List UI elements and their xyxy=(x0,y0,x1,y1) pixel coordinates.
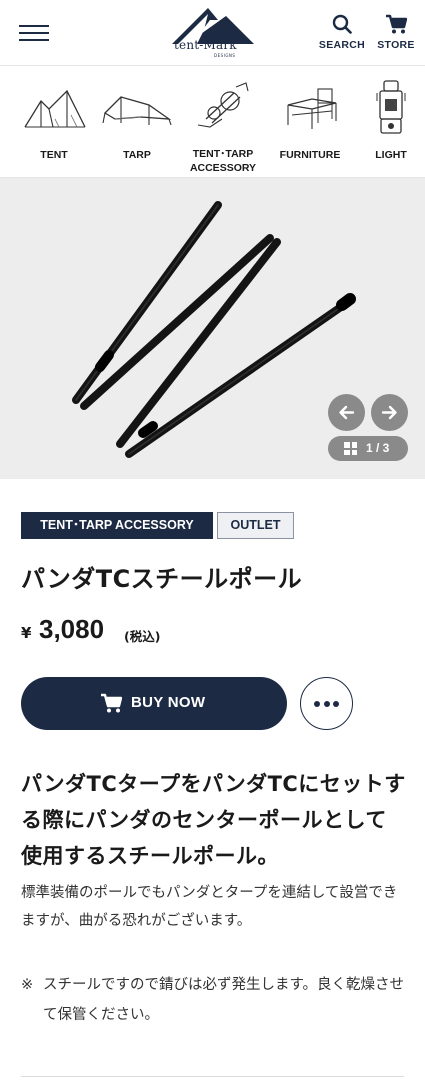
logo-text: tent-Mark xyxy=(174,38,237,52)
product-note: ※ スチールですので錆びは必ず発生します。良く乾燥させて保管ください。 xyxy=(21,970,406,1030)
furniture-icon xyxy=(287,88,337,129)
category-tent[interactable]: TENT xyxy=(14,67,94,178)
cart-icon xyxy=(101,693,122,713)
logo-subtext: DESIGNS xyxy=(214,53,236,58)
category-furniture-label: FURNITURE xyxy=(279,149,341,161)
arrow-right-icon xyxy=(381,405,397,420)
category-nav: TENT TARP TENT･TARP ACCESSORY FURNITURE … xyxy=(0,67,425,178)
buy-now-label: BUY NOW xyxy=(131,694,206,711)
hamburger-icon[interactable] xyxy=(19,25,49,41)
category-accessory[interactable]: TENT･TARP ACCESSORY xyxy=(180,67,266,178)
divider xyxy=(21,1076,404,1077)
product-headline: パンダTCタープをパンダTCにセットする際にパンダのセンターポールとして使用する… xyxy=(21,772,406,868)
site-logo[interactable]: tent-Mark DESIGNS xyxy=(168,6,260,62)
outlet-badge[interactable]: OUTLET xyxy=(217,512,294,539)
search-button[interactable]: SEARCH xyxy=(316,14,368,51)
price-value: 3,080 xyxy=(39,614,105,644)
site-header: tent-Mark DESIGNS SEARCH STORE xyxy=(0,0,425,66)
price-currency: ¥ xyxy=(21,624,32,642)
note-text: スチールですので錆びは必ず発生します。良く乾燥させて保管ください。 xyxy=(43,977,405,1023)
arrow-left-icon xyxy=(339,405,355,420)
light-icon xyxy=(376,80,406,134)
category-light[interactable]: LIGHT xyxy=(356,67,425,178)
category-tarp-label: TARP xyxy=(123,149,151,161)
product-description: 標準装備のポールでもパンダとタープを連結して設営できますが、曲がる恐れがございま… xyxy=(21,885,398,929)
tent-icon xyxy=(24,89,86,128)
accessory-icon xyxy=(197,82,249,128)
product-title: パンダTCスチールポール xyxy=(21,565,303,593)
buy-now-button[interactable]: BUY NOW xyxy=(21,677,287,730)
search-label: SEARCH xyxy=(318,39,366,51)
category-accessory-label-line2: ACCESSORY xyxy=(189,162,257,174)
category-tent-label: TENT xyxy=(40,149,68,161)
note-mark: ※ xyxy=(21,977,34,993)
gallery-prev-button[interactable] xyxy=(328,394,365,431)
search-icon xyxy=(332,14,352,34)
category-tarp[interactable]: TARP xyxy=(97,67,177,178)
grid-icon xyxy=(344,442,357,455)
category-furniture[interactable]: FURNITURE xyxy=(270,67,350,178)
category-light-label: LIGHT xyxy=(375,149,407,161)
category-accessory-label: TENT･TARP ACCESSORY xyxy=(180,147,266,175)
store-button[interactable]: STORE xyxy=(372,14,420,51)
product-image-gallery[interactable] xyxy=(0,178,425,479)
more-options-button[interactable] xyxy=(300,677,353,730)
price-tax-note: (税込) xyxy=(124,629,161,644)
cart-icon xyxy=(386,14,407,34)
store-label: STORE xyxy=(377,39,415,51)
gallery-next-button[interactable] xyxy=(371,394,408,431)
gallery-counter[interactable]: 1 / 3 xyxy=(328,436,408,461)
category-badge[interactable]: TENT･TARP ACCESSORY xyxy=(21,512,213,539)
product-image xyxy=(72,201,356,458)
gallery-counter-text: 1 / 3 xyxy=(366,441,390,455)
category-accessory-label-line1: TENT･TARP xyxy=(192,148,254,160)
tarp-icon xyxy=(102,96,172,126)
